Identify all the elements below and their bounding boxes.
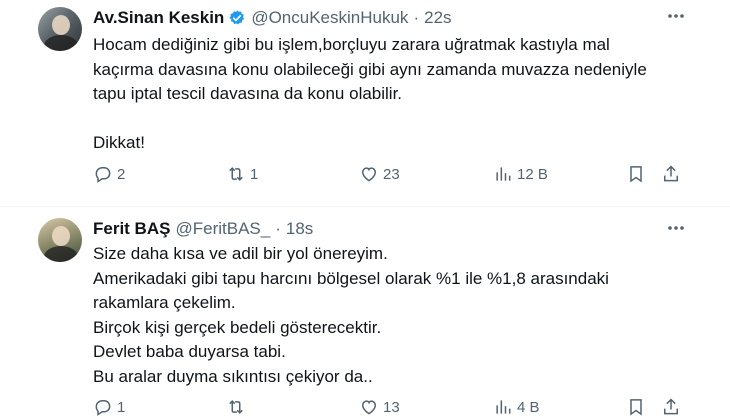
avatar-face	[52, 226, 70, 246]
author-name[interactable]: Ferit BAŞ	[93, 219, 170, 239]
author-handle[interactable]: @FeritBAS_	[175, 219, 270, 239]
tweet-header: Av.Sinan Keskin @OncuKeskinHukuk · 22s	[93, 8, 452, 28]
like-icon	[361, 167, 377, 182]
bookmark-button[interactable]	[626, 397, 646, 417]
retweet-button[interactable]: 1	[226, 164, 258, 184]
views-count: 4 B	[517, 398, 540, 416]
reply-icon	[95, 400, 111, 416]
tweet-text-blank-line	[93, 107, 693, 131]
timestamp[interactable]: 18s	[286, 219, 313, 239]
tweet-text-line: Bu aralar duyma sıkıntısı çekiyor da..	[93, 366, 373, 386]
share-icon	[664, 398, 678, 415]
reply-count: 2	[117, 165, 126, 183]
tweet-1[interactable]: Av.Sinan Keskin @OncuKeskinHukuk · 22s H…	[0, 0, 730, 206]
action-bar: 1 13 4 B	[93, 397, 693, 419]
like-count: 13	[383, 398, 400, 416]
action-bar: 2 1 23 12 B	[93, 164, 693, 186]
tweet-text-line: rakamlara çekelim.	[93, 293, 236, 312]
like-button[interactable]: 13	[359, 397, 400, 417]
views-button[interactable]: 12 B	[493, 164, 548, 184]
views-button[interactable]: 4 B	[493, 397, 540, 417]
tweet-text-line: Amerikadaki gibi tapu harcını bölgesel o…	[93, 268, 609, 288]
bookmark-icon	[630, 399, 642, 416]
share-button[interactable]	[661, 164, 681, 184]
tweet-text: Hocam dediğiniz gibi bu işlem,borçluyu z…	[93, 33, 693, 155]
reply-count: 1	[117, 398, 126, 416]
reply-button[interactable]: 2	[93, 164, 125, 184]
views-icon	[496, 400, 511, 414]
bookmark-button[interactable]	[626, 164, 646, 184]
like-icon	[361, 400, 377, 415]
more-icon[interactable]	[666, 218, 686, 238]
retweet-button[interactable]	[226, 397, 250, 417]
tweet-text-line: Devlet baba duyarsa tabi.	[93, 342, 286, 361]
reply-icon	[95, 167, 111, 183]
tweet-text-line: Size daha kısa ve adil bir yol önereyim.	[93, 244, 388, 263]
like-count: 23	[383, 165, 400, 183]
views-icon	[496, 167, 511, 181]
tweet-text-line: Dikkat!	[93, 132, 145, 152]
author-handle[interactable]: @OncuKeskinHukuk	[251, 8, 408, 28]
reply-button[interactable]: 1	[93, 397, 125, 417]
share-icon	[664, 165, 678, 182]
bookmark-icon	[630, 166, 642, 183]
avatar-face	[52, 15, 70, 35]
retweet-icon	[229, 167, 243, 181]
share-button[interactable]	[661, 397, 681, 417]
views-count: 12 B	[517, 165, 548, 183]
tweet-text-line: tapu iptal tescil davasına da konu olabi…	[93, 84, 403, 103]
author-name[interactable]: Av.Sinan Keskin	[93, 8, 224, 28]
tweet-text-line: kaçırma davasına konu olabileceği gibi a…	[93, 59, 647, 79]
avatar-shoulders	[44, 35, 78, 51]
tweet-header: Ferit BAŞ @FeritBAS_ · 18s	[93, 219, 313, 239]
retweet-icon	[229, 400, 243, 414]
tweet-text: Size daha kısa ve adil bir yol önereyim.…	[93, 242, 693, 389]
verified-badge-icon	[229, 10, 245, 25]
avatar[interactable]	[38, 218, 82, 262]
more-icon[interactable]	[666, 6, 686, 26]
separator-dot: ·	[413, 8, 420, 27]
avatar[interactable]	[38, 7, 82, 51]
timestamp[interactable]: 22s	[424, 8, 451, 28]
retweet-count: 1	[250, 165, 259, 183]
like-button[interactable]: 23	[359, 164, 400, 184]
separator-dot: ·	[275, 219, 281, 238]
tweet-text-line: Hocam dediğiniz gibi bu işlem,borçluyu z…	[93, 35, 610, 54]
tweet-text-line: Birçok kişi gerçek bedeli gösterecektir.	[93, 317, 382, 337]
avatar-shoulders	[44, 246, 78, 262]
